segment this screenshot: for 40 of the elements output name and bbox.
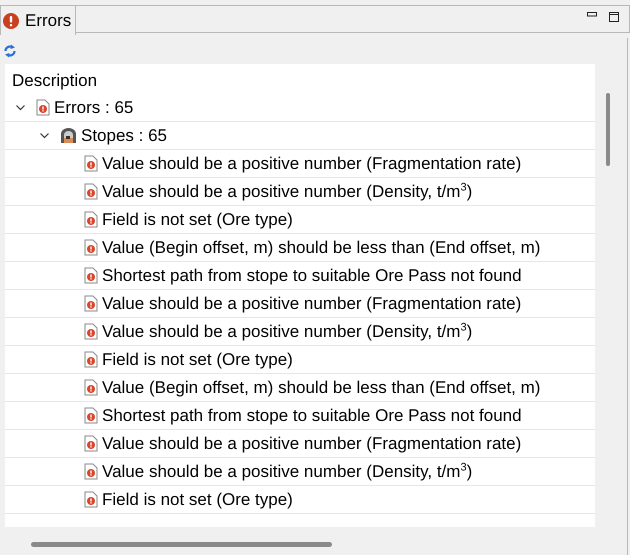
error-message[interactable]: Value should be a positive number (Fragmentation rate): [102, 434, 522, 454]
error-message[interactable]: Value (Begin offset, m) should be less than (End offset, m): [102, 378, 540, 398]
error-message[interactable]: Field is not set (Ore type): [102, 490, 293, 510]
error-document-icon: [84, 239, 98, 256]
error-message[interactable]: Shortest path from stope to suitable Ore Pass not found: [102, 266, 522, 286]
horizontal-scrollbar[interactable]: [31, 542, 332, 547]
tunnel-icon: [60, 127, 77, 144]
error-message[interactable]: Value should be a positive number (Density, t/m$^{3}$): [102, 462, 472, 482]
chevron-down-icon[interactable]: [16, 104, 24, 110]
error-document-icon: [84, 323, 98, 340]
error-message[interactable]: Value should be a positive number (Density, t/m$^{3}$): [102, 322, 472, 342]
error-document-icon: [84, 463, 98, 480]
error-message[interactable]: Value should be a positive number (Fragmentation rate): [102, 294, 522, 314]
chevron-down-icon[interactable]: [40, 132, 48, 138]
error-document-icon: [84, 155, 98, 172]
minimize-icon[interactable]: [587, 12, 597, 17]
error-document-icon: [36, 99, 50, 116]
error-message[interactable]: Value (Begin offset, m) should be less than (End offset, m): [102, 238, 540, 258]
error-document-icon: [84, 491, 98, 508]
error-document-icon: [84, 435, 98, 452]
maximize-icon[interactable]: [609, 12, 619, 22]
error-document-icon: [84, 295, 98, 312]
errors-tab[interactable]: Errors: [0, 5, 76, 35]
error-message[interactable]: Value should be a positive number (Fragmentation rate): [102, 154, 522, 174]
error-message[interactable]: Field is not set (Ore type): [102, 350, 293, 370]
error-icon: [2, 12, 20, 30]
refresh-icon[interactable]: [4, 44, 16, 58]
error-document-icon: [84, 183, 98, 200]
group-label[interactable]: Stopes : 65: [81, 126, 168, 146]
group-label[interactable]: Errors : 65: [54, 98, 134, 118]
error-document-icon: [84, 379, 98, 396]
error-message[interactable]: Shortest path from stope to suitable Ore Pass not found: [102, 406, 522, 426]
error-document-icon: [84, 407, 98, 424]
vertical-scrollbar[interactable]: [606, 93, 610, 166]
error-document-icon: [84, 211, 98, 228]
error-document-icon: [84, 267, 98, 284]
error-message[interactable]: Field is not set (Ore type): [102, 210, 293, 230]
error-message[interactable]: Value should be a positive number (Density, t/m$^{3}$): [102, 182, 472, 202]
column-header: Description: [11, 70, 98, 92]
error-document-icon: [84, 351, 98, 368]
